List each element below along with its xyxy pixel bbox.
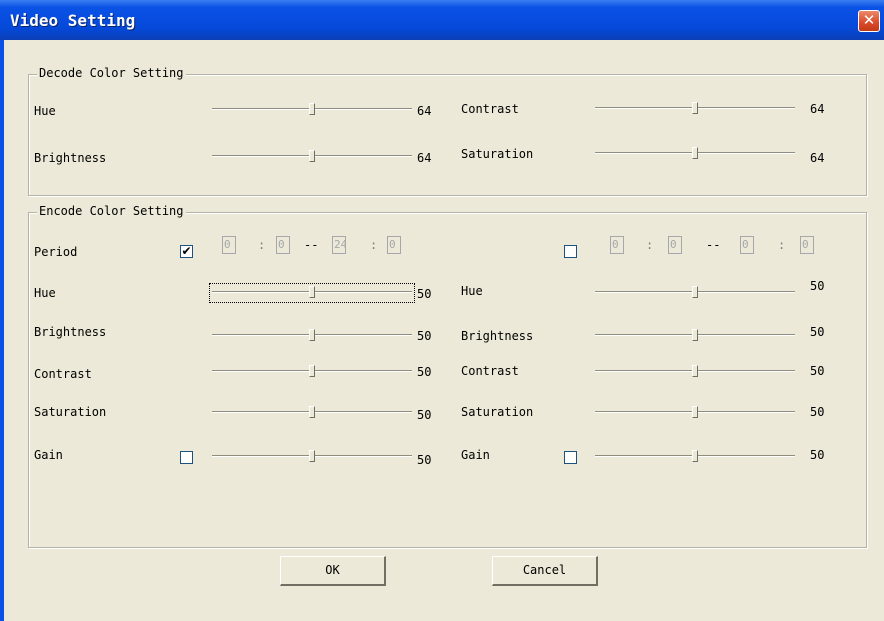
period2-end-minute[interactable]: 0	[800, 236, 814, 254]
period1-checkbox[interactable]: ✔	[180, 245, 193, 258]
encode-right-gain-value: 50	[810, 448, 825, 462]
decode-color-group: Decode Color Setting	[28, 66, 867, 196]
encode-left-brightness-label: Brightness	[34, 325, 107, 339]
slider-thumb[interactable]	[692, 406, 698, 418]
encode-right-gain-slider[interactable]	[595, 450, 795, 464]
encode-group-legend: Encode Color Setting	[37, 204, 186, 218]
close-button[interactable]: ✕	[858, 10, 880, 32]
decode-contrast-value: 64	[810, 102, 825, 116]
period2-colon-2: :	[778, 238, 786, 252]
encode-left-gain-label: Gain	[34, 448, 63, 462]
period2-start-minute[interactable]: 0	[668, 236, 682, 254]
decode-saturation-value: 64	[810, 151, 825, 165]
close-icon: ✕	[862, 11, 876, 29]
encode-left-contrast-label: Contrast	[34, 367, 92, 381]
encode-right-contrast-slider[interactable]	[595, 365, 795, 379]
encode-left-gain-checkbox[interactable]	[180, 451, 193, 464]
period2-colon-1: :	[646, 238, 654, 252]
encode-right-hue-value: 50	[810, 279, 825, 293]
encode-right-saturation-value: 50	[810, 405, 825, 419]
encode-left-brightness-value: 50	[417, 329, 432, 343]
encode-right-gain-checkbox[interactable]	[564, 451, 577, 464]
slider-thumb[interactable]	[309, 103, 315, 115]
decode-saturation-slider[interactable]	[595, 147, 795, 161]
encode-right-gain-label: Gain	[461, 448, 490, 462]
encode-right-brightness-label: Brightness	[461, 329, 534, 343]
title-bar[interactable]: Video Setting ✕	[0, 0, 884, 40]
period2-end-hour[interactable]: 0	[740, 236, 754, 254]
encode-right-brightness-slider[interactable]	[595, 329, 795, 343]
encode-left-brightness-slider[interactable]	[212, 329, 412, 343]
decode-saturation-label: Saturation	[461, 147, 534, 161]
encode-right-contrast-label: Contrast	[461, 364, 519, 378]
encode-left-contrast-value: 50	[417, 365, 432, 379]
period1-end-hour[interactable]: 24	[332, 236, 346, 254]
encode-right-hue-slider[interactable]	[595, 286, 795, 300]
slider-thumb[interactable]	[309, 406, 315, 418]
slider-thumb[interactable]	[692, 286, 698, 298]
period1-start-minute[interactable]: 0	[276, 236, 290, 254]
encode-left-hue-label: Hue	[34, 286, 56, 300]
slider-thumb[interactable]	[309, 450, 315, 462]
period2-start-hour[interactable]: 0	[610, 236, 624, 254]
period1-colon-2: :	[370, 238, 378, 252]
encode-left-hue-slider[interactable]	[209, 283, 415, 303]
period2-checkbox[interactable]	[564, 245, 577, 258]
decode-hue-value: 64	[417, 104, 432, 118]
cancel-button[interactable]: Cancel	[492, 556, 598, 586]
encode-left-gain-slider[interactable]	[212, 450, 412, 464]
slider-thumb[interactable]	[692, 450, 698, 462]
encode-color-group: Encode Color Setting	[28, 204, 867, 548]
encode-left-saturation-slider[interactable]	[212, 406, 412, 420]
period1-end-minute[interactable]: 0	[387, 236, 401, 254]
encode-right-brightness-value: 50	[810, 325, 825, 339]
decode-hue-slider[interactable]	[212, 103, 412, 117]
decode-contrast-label: Contrast	[461, 102, 519, 116]
slider-thumb[interactable]	[309, 329, 315, 341]
encode-right-hue-label: Hue	[461, 284, 483, 298]
period1-dash: --	[304, 238, 319, 252]
decode-brightness-slider[interactable]	[212, 150, 412, 164]
slider-thumb[interactable]	[309, 365, 315, 377]
encode-left-saturation-value: 50	[417, 408, 432, 422]
period1-colon-1: :	[258, 238, 266, 252]
encode-left-hue-value: 50	[417, 287, 432, 301]
encode-right-saturation-label: Saturation	[461, 405, 534, 419]
period1-start-hour[interactable]: 0	[222, 236, 236, 254]
decode-brightness-value: 64	[417, 151, 432, 165]
period-label: Period	[34, 245, 78, 259]
encode-left-contrast-slider[interactable]	[212, 365, 412, 379]
encode-right-saturation-slider[interactable]	[595, 406, 795, 420]
video-setting-dialog: Video Setting ✕ Decode Color Setting Hue…	[0, 0, 884, 621]
window-frame	[0, 40, 4, 621]
decode-hue-label: Hue	[34, 104, 56, 118]
period2-dash: --	[706, 238, 721, 252]
encode-left-saturation-label: Saturation	[34, 405, 107, 419]
slider-thumb[interactable]	[692, 365, 698, 377]
slider-thumb[interactable]	[309, 150, 315, 162]
decode-brightness-label: Brightness	[34, 151, 107, 165]
slider-thumb[interactable]	[692, 102, 698, 114]
slider-thumb[interactable]	[309, 286, 315, 298]
ok-button[interactable]: OK	[280, 556, 386, 586]
decode-group-legend: Decode Color Setting	[37, 66, 186, 80]
encode-left-gain-value: 50	[417, 453, 432, 467]
encode-right-contrast-value: 50	[810, 364, 825, 378]
window-title: Video Setting	[10, 11, 136, 30]
decode-contrast-slider[interactable]	[595, 102, 795, 116]
slider-thumb[interactable]	[692, 329, 698, 341]
slider-thumb[interactable]	[692, 147, 698, 159]
